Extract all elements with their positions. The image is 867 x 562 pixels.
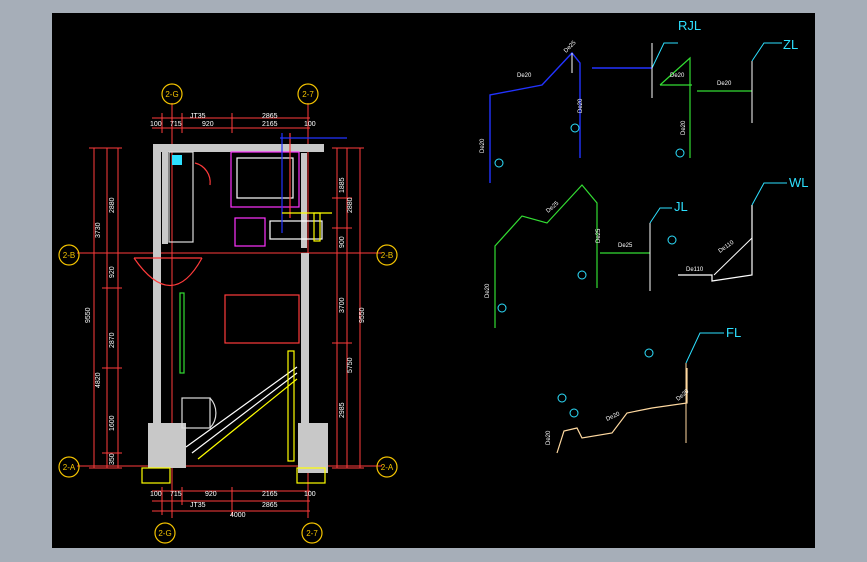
- dim-right-3700: 3700: [339, 297, 346, 313]
- dim-left-350: 350: [109, 453, 116, 465]
- grid-bubble-right-upper: 2-B: [381, 251, 393, 260]
- grid-bubble-left-upper: 2-B: [63, 251, 75, 260]
- dim-bot-jt35: JT35: [190, 502, 206, 509]
- system-jl: JL De25 De25 De25 De20: [485, 184, 688, 328]
- dim-left-9550: 9550: [85, 307, 92, 323]
- dim-top-920: 920: [202, 121, 214, 128]
- dim-left-920: 920: [109, 266, 116, 278]
- grid-bubble-right-lower: 2-A: [381, 463, 394, 472]
- floor-plan: JT35 2865 100 715 920 2165 100 100 715 9…: [58, 83, 398, 544]
- pipe-rjl-2: De20: [517, 73, 532, 79]
- dim-left-4820: 4820: [95, 372, 102, 388]
- dim-right-2985: 2985: [339, 402, 346, 418]
- dim-lines-left: [89, 147, 364, 469]
- dim-bot-920: 920: [205, 491, 217, 498]
- dim-left-1600: 1600: [109, 415, 116, 431]
- label-zl: ZL: [783, 37, 798, 52]
- dim-top-2165: 2165: [262, 121, 278, 128]
- dim-bot-715: 715: [170, 491, 182, 498]
- dim-bot-100a: 100: [150, 491, 162, 498]
- dim-right-1885: 1885: [339, 177, 346, 193]
- grid-axes: [77, 103, 382, 518]
- system-wl: WL De110 De110: [678, 175, 809, 282]
- dim-left-3730: 3730: [95, 222, 102, 238]
- grid-bubble-top-left: 2-G: [165, 90, 178, 99]
- dim-right-5750: 5750: [347, 357, 354, 373]
- pipe-jl-1: De25: [545, 200, 560, 214]
- system-fl: FL De20 De20 De20: [546, 325, 741, 454]
- pipe-jl-4: De20: [485, 283, 491, 298]
- cad-drawing-canvas: JT35 2865 100 715 920 2165 100 100 715 9…: [52, 13, 815, 548]
- pipe-zl-2: De20: [717, 81, 732, 87]
- pipe-zl-1: De20: [670, 73, 685, 79]
- dim-top-715: 715: [170, 121, 182, 128]
- dim-right-2880: 2880: [347, 197, 354, 213]
- cad-drawing: JT35 2865 100 715 920 2165 100 100 715 9…: [58, 18, 809, 544]
- grid-bubble-bottom-right: 2-7: [306, 529, 318, 538]
- dim-top-100a: 100: [150, 121, 162, 128]
- dim-bot-2165: 2165: [262, 491, 278, 498]
- grid-bubble-left-lower: 2-A: [63, 463, 76, 472]
- dim-left-2870: 2870: [109, 332, 116, 348]
- pipe-rjl-1: De25: [563, 40, 578, 55]
- dim-bot-100b: 100: [304, 491, 316, 498]
- dim-top-2865: 2865: [262, 113, 278, 120]
- dim-bot-4000: 4000: [230, 512, 246, 519]
- dim-right-9550: 9550: [359, 307, 366, 323]
- dim-top-100b: 100: [304, 121, 316, 128]
- dim-top-jt35: JT35: [190, 113, 206, 120]
- pipe-fl-3: De20: [675, 388, 690, 402]
- label-jl: JL: [674, 199, 688, 214]
- grid-bubble-bottom-left: 2-G: [158, 529, 171, 538]
- pipe-rjl-4: De20: [480, 138, 486, 153]
- pipe-jl-3: De25: [618, 243, 633, 249]
- dim-left-2880: 2880: [109, 197, 116, 213]
- system-rjl: RJL De25 De20 De20 De20: [480, 18, 701, 183]
- system-zl: ZL De20 De20 De20: [659, 37, 798, 158]
- label-wl: WL: [789, 175, 809, 190]
- pipe-wl-2: De110: [718, 239, 736, 254]
- grid-bubble-top-right: 2-7: [302, 90, 314, 99]
- label-rjl: RJL: [678, 18, 701, 33]
- pipe-rjl-3: De20: [578, 98, 584, 113]
- label-fl: FL: [726, 325, 741, 340]
- pipe-zl-3: De20: [681, 120, 687, 135]
- dim-bot-2865: 2865: [262, 502, 278, 509]
- dim-right-900: 900: [339, 236, 346, 248]
- walls: [148, 144, 328, 473]
- pipe-jl-2: De25: [596, 228, 602, 243]
- pipe-wl-1: De110: [686, 267, 704, 273]
- pipe-fl-1: De20: [546, 430, 552, 445]
- pipe-fl-2: De20: [605, 411, 621, 423]
